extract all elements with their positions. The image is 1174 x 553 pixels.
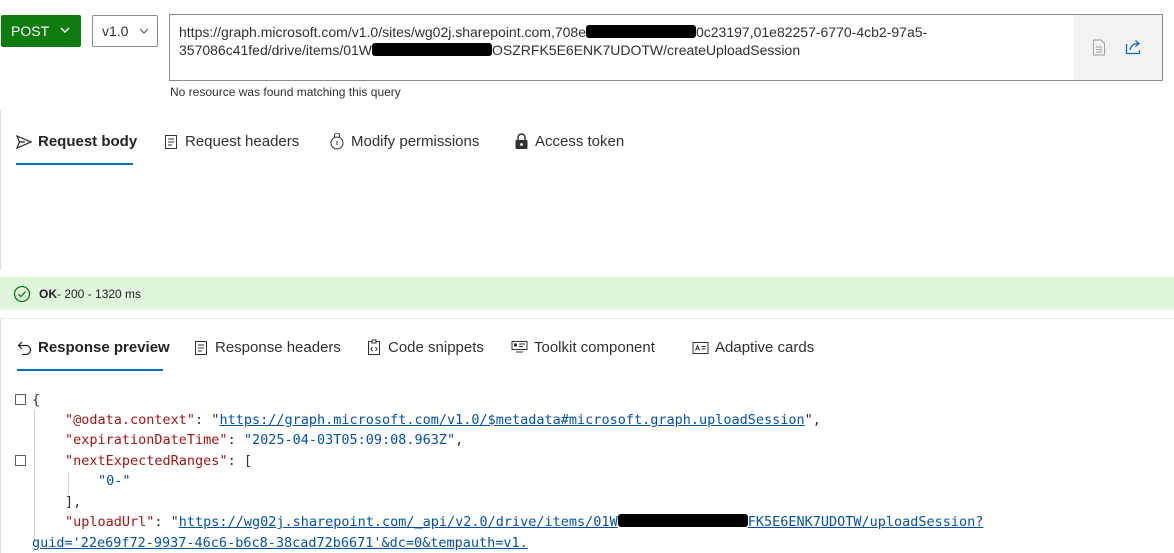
json-line: "expirationDateTime": "2025-04-03T05:09:… xyxy=(65,432,464,448)
tab-label: Response headers xyxy=(215,339,341,356)
redacted-block xyxy=(617,514,748,527)
tab-toolkit-component[interactable]: Toolkit component xyxy=(511,339,655,356)
tab-request-body[interactable]: Request body xyxy=(16,133,137,150)
json-key: "uploadUrl" xyxy=(65,514,155,530)
tab-response-headers[interactable]: Response headers xyxy=(193,339,341,356)
toolkit-icon xyxy=(511,341,528,353)
check-circle-icon xyxy=(13,285,31,302)
tab-label: Response preview xyxy=(38,339,170,356)
api-version-dropdown[interactable]: v1.0 xyxy=(92,15,158,47)
json-line: "0-" xyxy=(98,471,131,492)
indent-guide xyxy=(34,410,35,540)
json-line: guid='22e69f72-9937-46c6-b6c8-38cad72b66… xyxy=(32,533,528,553)
tab-code-snippets[interactable]: Code snippets xyxy=(366,339,484,356)
indent-guide xyxy=(68,472,69,494)
request-url-input[interactable]: https://graph.microsoft.com/v1.0/sites/w… xyxy=(169,14,1163,81)
fold-toggle[interactable] xyxy=(15,455,26,466)
permissions-icon xyxy=(330,133,344,150)
url-actions xyxy=(1074,15,1162,80)
panel-border xyxy=(0,318,1,553)
redacted-block xyxy=(372,43,492,56)
json-key: "@odata.context" xyxy=(65,412,196,428)
tab-label: Modify permissions xyxy=(351,133,480,150)
tab-adaptive-cards[interactable]: Adaptive cards xyxy=(692,339,814,356)
http-method-dropdown[interactable]: POST xyxy=(1,15,81,47)
active-tab-indicator xyxy=(16,163,133,165)
json-line: "@odata.context": "https://graph.microso… xyxy=(65,412,821,428)
lock-icon xyxy=(515,133,528,149)
url-part: 0c23197,01e82257-6770-4cb2-97a5- xyxy=(695,24,928,40)
card-icon xyxy=(692,341,709,354)
fold-toggle[interactable] xyxy=(15,394,26,405)
tab-label: Access token xyxy=(535,133,625,150)
tab-request-headers[interactable]: Request headers xyxy=(163,133,299,150)
odata-context-link[interactable]: https://graph.microsoft.com/v1.0/$metada… xyxy=(219,412,804,428)
tab-access-token[interactable]: Access token xyxy=(514,133,624,150)
chevron-down-icon xyxy=(60,27,70,33)
http-method-label: POST xyxy=(11,23,50,39)
undo-icon xyxy=(17,341,32,355)
json-value: "2025-04-03T05:09:08.963Z" xyxy=(243,432,456,448)
request-url-text[interactable]: https://graph.microsoft.com/v1.0/sites/w… xyxy=(179,23,1069,59)
api-version-label: v1.0 xyxy=(102,23,129,39)
url-hint: No resource was found matching this quer… xyxy=(170,85,401,99)
tab-label: Toolkit component xyxy=(534,339,655,356)
json-key: "expirationDateTime" xyxy=(65,432,228,448)
status-detail: - 200 - 1320 ms xyxy=(57,286,142,301)
upload-url-link[interactable]: https://wg02j.sharepoint.com/_api/v2.0/d… xyxy=(179,514,983,530)
json-value: "0-" xyxy=(98,473,131,489)
code-snippet-icon xyxy=(368,339,380,355)
section-divider xyxy=(0,318,1174,319)
json-line: { xyxy=(32,392,41,408)
graph-explorer: POST v1.0 https://graph.microsoft.com/v1… xyxy=(0,0,1174,553)
headers-icon xyxy=(165,134,177,149)
tab-label: Code snippets xyxy=(388,339,484,356)
url-part: https://graph.microsoft.com/v1.0/sites/w… xyxy=(179,24,586,40)
tab-label: Request headers xyxy=(185,133,300,150)
tab-modify-permissions[interactable]: Modify permissions xyxy=(329,133,479,150)
upload-url-link-continued[interactable]: guid='22e69f72-9937-46c6-b6c8-38cad72b66… xyxy=(32,535,528,551)
json-line: ], xyxy=(65,494,82,510)
json-key: "nextExpectedRanges" xyxy=(65,453,228,469)
headers-icon xyxy=(195,340,207,355)
status-code: OK xyxy=(39,286,57,301)
response-status-bar: OK - 200 - 1320 ms xyxy=(0,277,1174,310)
chevron-down-icon xyxy=(139,28,149,34)
json-line: "nextExpectedRanges": [ xyxy=(65,453,252,469)
panel-border xyxy=(0,110,1,270)
tab-response-preview[interactable]: Response preview xyxy=(17,339,170,356)
tab-label: Adaptive cards xyxy=(715,339,815,356)
tab-label: Request body xyxy=(38,133,138,150)
active-tab-indicator xyxy=(17,369,163,371)
json-line: "uploadUrl": "https://wg02j.sharepoint.c… xyxy=(65,514,984,530)
url-part: 357086c41fed/drive/items/01W xyxy=(179,42,372,58)
share-icon[interactable] xyxy=(1125,39,1143,55)
url-part: OSZRFK5E6ENK7UDOTW/createUploadSession xyxy=(492,42,801,58)
send-icon xyxy=(16,134,32,149)
document-icon[interactable] xyxy=(1092,39,1106,56)
redacted-block xyxy=(585,25,696,38)
